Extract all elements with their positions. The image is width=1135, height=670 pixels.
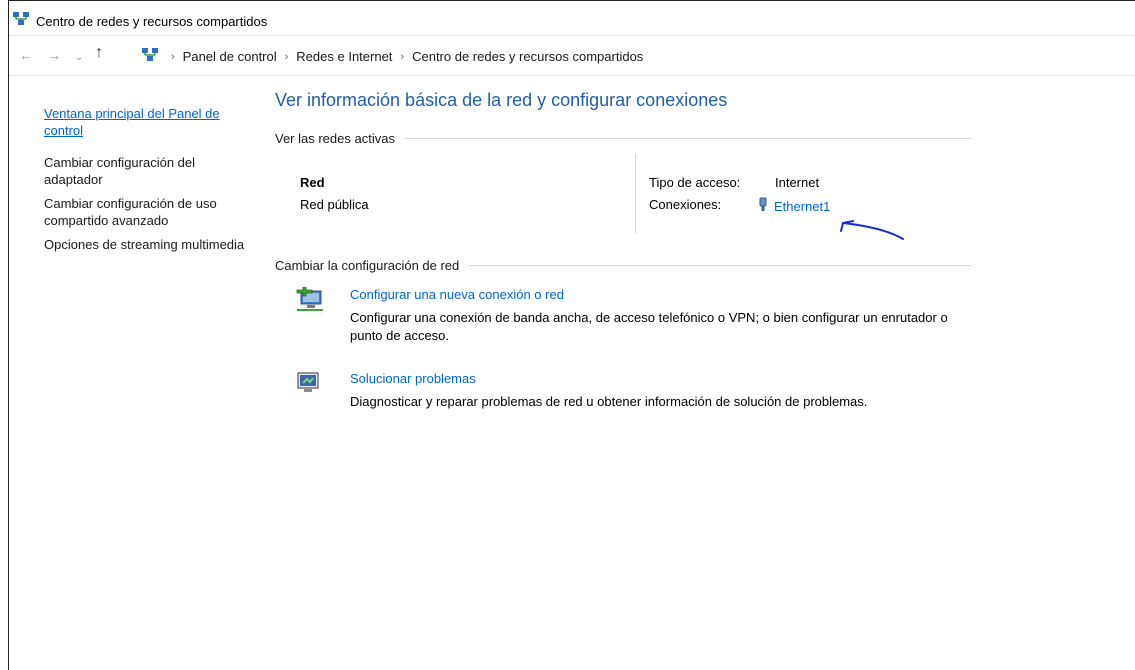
change-settings-title: Cambiar la configuración de red <box>275 258 460 273</box>
new-connection-icon <box>295 286 325 318</box>
troubleshoot-icon <box>295 371 321 400</box>
breadcrumb-separator: › <box>400 50 405 63</box>
title-bar: Centro de redes y recursos compartidos <box>9 0 1135 36</box>
connection-name: Ethernet1 <box>774 199 831 214</box>
task-new-connection-link[interactable]: Configurar una nueva conexión o red <box>350 287 564 302</box>
chevron-down-icon: ⌄ <box>75 52 84 63</box>
access-type-value: Internet <box>775 175 820 190</box>
network-name: Red <box>300 175 325 190</box>
arrow-up-icon: ↑ <box>95 44 103 61</box>
change-settings-header: Cambiar la configuración de red <box>275 258 971 273</box>
address-bar: ← → ⌄ ↑ › Panel de control › Redes e Int <box>9 36 1135 76</box>
connections-label: Conexiones: <box>649 197 722 212</box>
sidebar-item-media-streaming[interactable]: Opciones de streaming multimedia <box>44 236 254 253</box>
breadcrumb-network-center[interactable]: Centro de redes y recursos compartidos <box>412 49 643 64</box>
ethernet-icon <box>758 197 768 216</box>
access-type-label: Tipo de acceso: <box>649 175 741 190</box>
page-title: Ver información básica de la red y confi… <box>275 90 728 110</box>
control-panel-icon <box>141 47 159 68</box>
breadcrumb-control-panel[interactable]: Panel de control <box>183 49 277 64</box>
divider <box>469 265 971 266</box>
task-troubleshoot-description: Diagnosticar y reparar problemas de red … <box>350 394 868 409</box>
active-networks-title: Ver las redes activas <box>275 131 395 146</box>
active-networks-header: Ver las redes activas <box>275 131 971 146</box>
arrow-right-icon: → <box>47 47 61 63</box>
breadcrumb-network-internet[interactable]: Redes e Internet <box>296 49 392 64</box>
back-button[interactable]: ← <box>19 48 33 62</box>
annotation-arrow-icon <box>831 215 911 250</box>
divider <box>404 138 971 139</box>
task-troubleshoot-link[interactable]: Solucionar problemas <box>350 371 476 386</box>
window-title: Centro de redes y recursos compartidos <box>36 14 268 29</box>
sidebar-item-control-panel-home[interactable]: Ventana principal del Panel de control <box>44 105 254 139</box>
forward-button[interactable]: → <box>47 48 61 62</box>
breadcrumb-separator: › <box>284 50 289 63</box>
up-button[interactable]: ↑ <box>95 44 103 61</box>
window: Centro de redes y recursos compartidos ←… <box>8 0 1135 670</box>
network-center-icon <box>12 11 30 32</box>
vertical-divider <box>635 154 636 234</box>
task-new-connection-description: Configurar una conexión de banda ancha, … <box>350 310 948 343</box>
network-type: Red pública <box>300 197 369 212</box>
sidebar-item-advanced-sharing[interactable]: Cambiar configuración de uso compartido … <box>44 195 254 229</box>
connection-link[interactable]: Ethernet1 <box>758 197 830 216</box>
arrow-left-icon: ← <box>19 47 33 63</box>
breadcrumb-separator: › <box>171 50 175 63</box>
breadcrumb: › Panel de control › Redes e Internet › … <box>163 49 643 64</box>
sidebar-item-change-adapter[interactable]: Cambiar configuración del adaptador <box>44 154 254 188</box>
sidebar: Ventana principal del Panel de control C… <box>44 105 254 260</box>
recent-locations-button[interactable]: ⌄ <box>75 51 83 65</box>
